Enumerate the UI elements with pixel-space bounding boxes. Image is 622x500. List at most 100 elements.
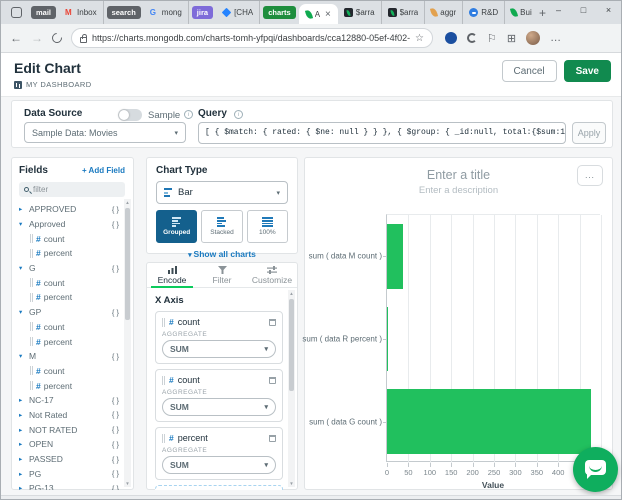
url-text[interactable]: https://charts.mongodb.com/charts-tomh-y… [92,33,410,43]
chevron-down-icon[interactable]: ▾ [19,352,26,360]
cancel-button[interactable]: Cancel [502,60,557,82]
chart-description-placeholder[interactable]: Enter a description [305,185,612,196]
profile-avatar[interactable] [526,31,540,45]
tab-search-icon[interactable] [11,7,22,18]
close-window-button[interactable]: × [596,1,621,19]
tab-group-jira[interactable]: jira [192,6,213,19]
drag-handle-icon[interactable] [162,318,165,327]
delete-field-icon[interactable] [269,377,276,384]
collections-icon[interactable]: ⊞ [507,32,516,45]
field-row[interactable]: ▾G{ } [19,261,119,276]
drag-handle-icon[interactable] [30,234,33,243]
drag-handle-icon[interactable] [30,366,33,375]
browser-tab[interactable]: A× [299,4,338,24]
aggregate-select[interactable]: SUM▾ [162,456,276,474]
scroll-down-icon[interactable]: ▼ [124,481,131,486]
chart-variant-100[interactable]: 100% [247,210,288,243]
extension-icon-c[interactable] [467,33,477,43]
scroll-down-icon[interactable]: ▼ [288,481,295,486]
tab-group-mail[interactable]: mail [31,6,56,19]
show-all-charts-link[interactable]: Show all charts [156,249,288,259]
new-tab-button[interactable]: + [539,6,546,20]
browser-tab[interactable]: R&D [463,1,505,24]
tab-encode[interactable]: Encode [147,263,197,287]
scrollbar-thumb[interactable] [289,299,294,391]
chevron-right-icon[interactable]: ▸ [19,470,26,478]
browser-menu-icon[interactable]: … [550,32,562,44]
field-row[interactable]: ▾GP{ } [19,305,119,320]
scroll-up-icon[interactable]: ▲ [288,291,295,296]
refresh-icon[interactable] [50,31,64,45]
drag-handle-icon[interactable] [30,278,33,287]
maximize-button[interactable]: □ [571,1,596,19]
chevron-down-icon[interactable]: ▾ [19,220,26,228]
tab-customize[interactable]: Customize [247,263,297,287]
save-button[interactable]: Save [564,60,611,82]
field-row[interactable]: ▸PG{ } [19,466,119,481]
tab-group-search[interactable]: search [107,6,141,19]
field-row[interactable]: ▸NOT RATED{ } [19,422,119,437]
add-field-button[interactable]: + Add Field [82,166,125,175]
delete-field-icon[interactable] [269,435,276,442]
field-row[interactable]: #percent [19,378,119,393]
address-bar[interactable]: https://charts.mongodb.com/charts-tomh-y… [71,28,433,48]
browser-tab[interactable]: $arra [338,1,382,24]
favorites-icon[interactable]: ⚐ [487,32,497,45]
drag-handle-icon[interactable] [30,337,33,346]
field-row[interactable]: ▸NC-17{ } [19,393,119,408]
field-row[interactable]: #count [19,364,119,379]
browser-tab[interactable]: mong [144,1,189,24]
minimize-button[interactable]: – [546,1,571,19]
chart-title-placeholder[interactable]: Enter a title [305,168,612,182]
field-row[interactable]: ▾M{ } [19,349,119,364]
tab-filter[interactable]: Filter [197,263,247,287]
chevron-right-icon[interactable]: ▸ [19,205,26,213]
tab-group-charts[interactable]: charts [263,6,296,19]
field-row[interactable]: #count [19,231,119,246]
drag-handle-icon[interactable] [30,249,33,258]
aggregate-select[interactable]: SUM▾ [162,340,276,358]
field-row[interactable]: ▸OPEN{ } [19,437,119,452]
extension-icon-blue[interactable] [445,32,457,44]
intercom-chat-button[interactable] [573,447,618,492]
chevron-right-icon[interactable]: ▸ [19,411,26,419]
bookmark-star-icon[interactable]: ☆ [415,33,424,44]
add-aggregation-button[interactable]: + aggregation [155,485,283,490]
drag-handle-icon[interactable] [30,381,33,390]
drag-handle-icon[interactable] [162,376,165,385]
fields-scrollbar[interactable]: ▲ ▼ [124,199,131,487]
chevron-right-icon[interactable]: ▸ [19,455,26,463]
chart-menu-button[interactable]: ... [577,165,603,186]
fields-filter-box[interactable] [19,182,125,197]
field-row[interactable]: ▸Not Rated{ } [19,408,119,423]
chevron-right-icon[interactable]: ▸ [19,396,26,404]
back-icon[interactable]: ← [10,31,22,45]
field-row[interactable]: #percent [19,334,119,349]
browser-tab[interactable]: aggr [425,1,463,24]
sample-toggle[interactable] [118,109,142,121]
info-icon[interactable] [184,110,193,119]
info-icon[interactable] [234,110,243,119]
browser-tab[interactable]: Build [505,1,532,24]
fields-filter-input[interactable] [33,185,113,194]
aggregate-select[interactable]: SUM▾ [162,398,276,416]
delete-field-icon[interactable] [269,319,276,326]
field-row[interactable]: ▸PASSED{ } [19,452,119,467]
drag-handle-icon[interactable] [30,322,33,331]
tab-close-icon[interactable]: × [325,9,331,20]
browser-tab[interactable]: $arra [382,1,426,24]
drag-handle-icon[interactable] [162,434,165,443]
data-source-select[interactable]: Sample Data: Movies ▾ [24,122,186,143]
chevron-right-icon[interactable]: ▸ [19,426,26,434]
chevron-right-icon[interactable]: ▸ [19,484,26,490]
field-row[interactable]: ▾Approved{ } [19,217,119,232]
field-row[interactable]: ▸APPROVED{ } [19,202,119,217]
breadcrumb[interactable]: MY DASHBOARD [14,80,92,89]
encode-scrollbar[interactable]: ▲ ▼ [288,290,295,487]
drag-handle-icon[interactable] [30,293,33,302]
field-row[interactable]: #percent [19,246,119,261]
chart-type-select[interactable]: Bar ▾ [156,181,288,204]
scrollbar-thumb[interactable] [125,208,130,320]
field-row[interactable]: ▸PG-13{ } [19,481,119,490]
chart-variant-stacked[interactable]: Stacked [201,210,242,243]
